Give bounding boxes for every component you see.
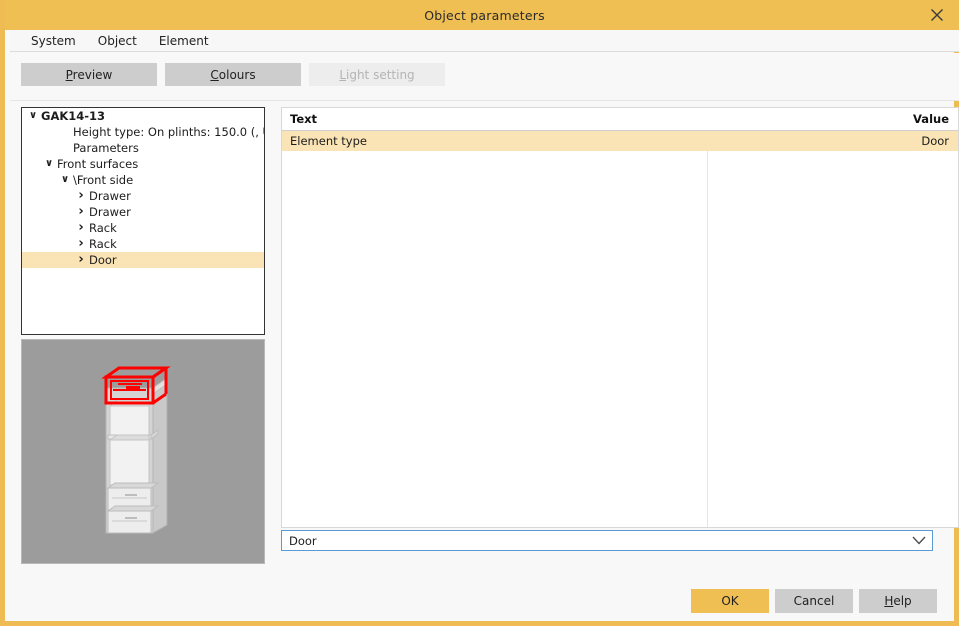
tree-item[interactable]: Height type: On plinths: 150.0 (, Up) [22, 124, 264, 140]
property-table[interactable]: Text Value Element type Door [281, 107, 959, 528]
chevron-right-icon[interactable]: › [74, 252, 88, 268]
chevron-down-icon[interactable]: ∨ [42, 156, 56, 172]
menu-bar: System Object Element [10, 30, 959, 52]
tab-colours-label: olours [219, 68, 256, 82]
tab-light-setting-mnemonic: L [339, 68, 346, 82]
tree-item-label: Drawer [88, 188, 131, 204]
element-type-combobox[interactable]: Door [281, 530, 933, 551]
tree-item[interactable]: Parameters [22, 140, 264, 156]
chevron-down-icon[interactable] [906, 536, 932, 545]
tab-light-setting-label: ight setting [346, 68, 415, 82]
tree-item-label: Rack [88, 220, 117, 236]
tab-preview[interactable]: Preview [21, 63, 157, 86]
chevron-right-icon[interactable]: › [74, 204, 88, 220]
tree-item[interactable]: ∨GAK14-13 [22, 108, 264, 124]
help-button[interactable]: Help [859, 589, 937, 613]
tree-item-label: Parameters [72, 140, 139, 156]
column-header-value[interactable]: Value [913, 108, 949, 130]
chevron-down-icon[interactable]: ∨ [58, 172, 72, 188]
chevron-right-icon[interactable]: › [74, 188, 88, 204]
tab-colours-mnemonic: C [210, 68, 218, 82]
ok-button-label: OK [721, 594, 738, 608]
chevron-down-icon[interactable]: ∨ [26, 108, 40, 124]
help-button-label: elp [893, 594, 911, 608]
tree-item[interactable]: ∨Front surfaces [22, 156, 264, 172]
column-header-text[interactable]: Text [290, 108, 317, 130]
ok-button[interactable]: OK [691, 589, 769, 613]
cell-text: Element type [290, 131, 367, 151]
cell-value[interactable]: Door [921, 131, 949, 151]
tree-item[interactable]: ›Rack [22, 220, 264, 236]
cancel-button-label: Cancel [794, 594, 835, 608]
menu-item-element[interactable]: Element [148, 32, 220, 50]
tree-item-label: Front surfaces [56, 156, 138, 172]
help-button-mnemonic: H [884, 594, 893, 608]
tree-item-label: Door [88, 252, 117, 268]
tree-item-label: Height type: On plinths: 150.0 (, Up) [72, 124, 265, 140]
tab-preview-mnemonic: P [66, 68, 73, 82]
tab-colours[interactable]: Colours [165, 63, 301, 86]
menu-item-system[interactable]: System [20, 32, 87, 50]
close-icon[interactable] [920, 0, 954, 30]
tree-item-label: GAK14-13 [40, 108, 105, 124]
table-body: Element type Door [282, 131, 958, 528]
tab-light-setting: Light setting [309, 63, 445, 86]
cancel-button[interactable]: Cancel [775, 589, 853, 613]
window-title: Object parameters [424, 8, 545, 23]
tab-bar: Preview Colours Light setting [10, 53, 959, 101]
tree-item[interactable]: ›Drawer [22, 188, 264, 204]
tree-item[interactable]: ∨\Front side [22, 172, 264, 188]
chevron-right-icon[interactable]: › [74, 236, 88, 252]
tree-item[interactable]: ›Drawer [22, 204, 264, 220]
object-tree[interactable]: ∨GAK14-13Height type: On plinths: 150.0 … [21, 107, 265, 335]
table-row[interactable]: Element type Door [282, 131, 958, 151]
cabinet-3d-preview[interactable] [21, 339, 265, 564]
tree-item[interactable]: ›Rack [22, 236, 264, 252]
menu-item-object[interactable]: Object [87, 32, 148, 50]
chevron-right-icon[interactable]: › [74, 220, 88, 236]
tab-preview-label: review [73, 68, 113, 82]
cabinet-3d-drawing [22, 340, 264, 563]
tree-item-label: \Front side [72, 172, 133, 188]
table-header-row: Text Value [282, 108, 958, 131]
tree-item-label: Rack [88, 236, 117, 252]
title-bar: Object parameters [5, 0, 959, 30]
tree-item[interactable]: ›Door [22, 252, 264, 268]
tree-item-label: Drawer [88, 204, 131, 220]
object-parameters-window: Object parameters System Object Element … [0, 0, 959, 626]
combo-selected-value: Door [282, 534, 906, 548]
